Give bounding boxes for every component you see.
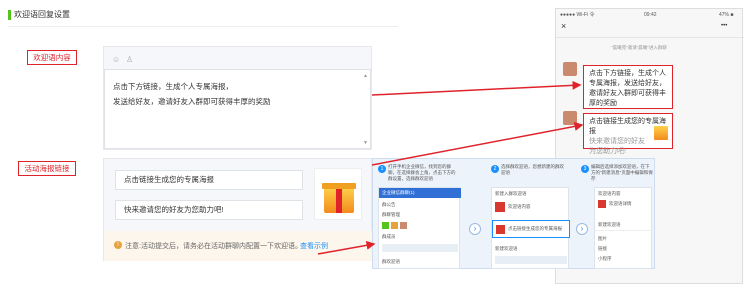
annotation-arrows <box>317 80 584 255</box>
arrow-welcome-to-bubble <box>371 80 582 96</box>
arrow-notice-to-guide <box>317 240 376 255</box>
arrow-link-to-bubble <box>371 121 584 166</box>
